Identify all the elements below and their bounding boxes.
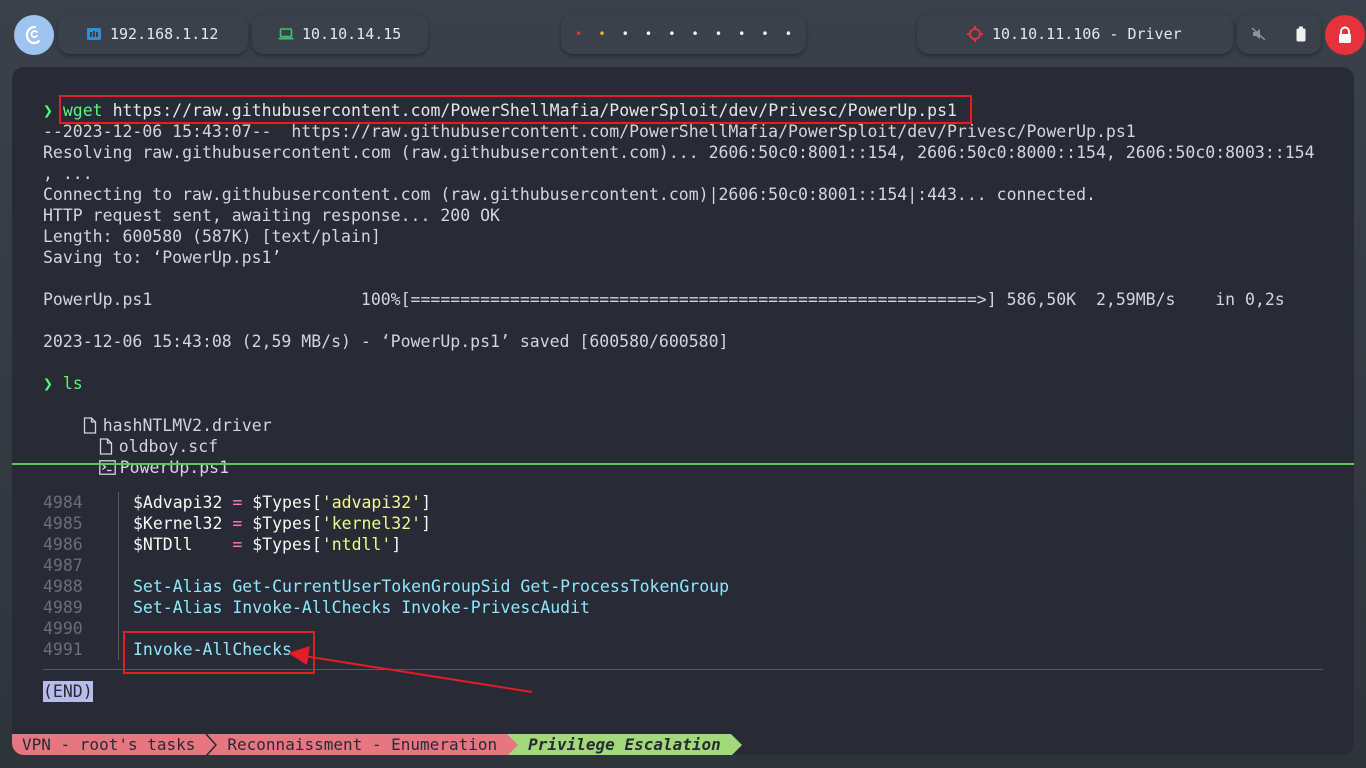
system-tray [1237, 14, 1321, 54]
status-segment[interactable]: Reconnaissment - Enumeration [217, 734, 508, 755]
status-segment[interactable]: VPN - root's tasks [12, 734, 206, 755]
target-text: 10.10.11.106 - Driver [992, 25, 1182, 43]
laptop-icon [278, 28, 294, 40]
annotation-arrow [288, 646, 533, 693]
vpn-ip-text: 10.10.14.15 [302, 25, 402, 43]
target-widget[interactable]: 10.10.11.106 - Driver [917, 14, 1233, 54]
pager-end-marker: (END) [43, 681, 93, 702]
tmux-status-line: VPN - root's tasks Reconnaissment - Enum… [12, 734, 742, 755]
local-ip-widget[interactable]: 192.168.1.12 [58, 14, 248, 54]
speaker-muted-icon[interactable] [1251, 26, 1267, 42]
battery-icon[interactable] [1295, 26, 1307, 42]
network-icon [87, 28, 101, 40]
workspace-dot[interactable]: • [715, 27, 722, 41]
workspace-dot[interactable]: • [785, 27, 792, 41]
workspace-dot[interactable]: • [622, 27, 629, 41]
workspace-switcher[interactable]: • • • • • • • • • • [561, 14, 806, 54]
status-segment-active[interactable]: Privilege Escalation [518, 734, 731, 755]
workspace-dot[interactable]: • [668, 27, 675, 41]
segment-separator [205, 734, 218, 755]
segment-separator [730, 734, 742, 755]
vpn-ip-widget[interactable]: 10.10.14.15 [252, 14, 428, 54]
power-button[interactable] [1325, 15, 1365, 55]
segment-separator [507, 734, 519, 755]
debian-swirl-icon [25, 25, 40, 45]
workspace-dot[interactable]: • [692, 27, 699, 41]
crosshair-icon [967, 26, 983, 42]
workspace-dot[interactable]: • [598, 27, 605, 41]
launcher-button[interactable] [14, 15, 54, 55]
terminal-window[interactable]: ❯ wget https://raw.githubusercontent.com… [12, 67, 1354, 755]
lock-icon [1339, 26, 1351, 43]
workspace-dot[interactable]: • [645, 27, 652, 41]
workspace-dot[interactable]: • [761, 27, 768, 41]
workspace-dot[interactable]: • [738, 27, 745, 41]
workspace-dot[interactable]: • [575, 27, 582, 41]
local-ip-text: 192.168.1.12 [110, 25, 219, 43]
